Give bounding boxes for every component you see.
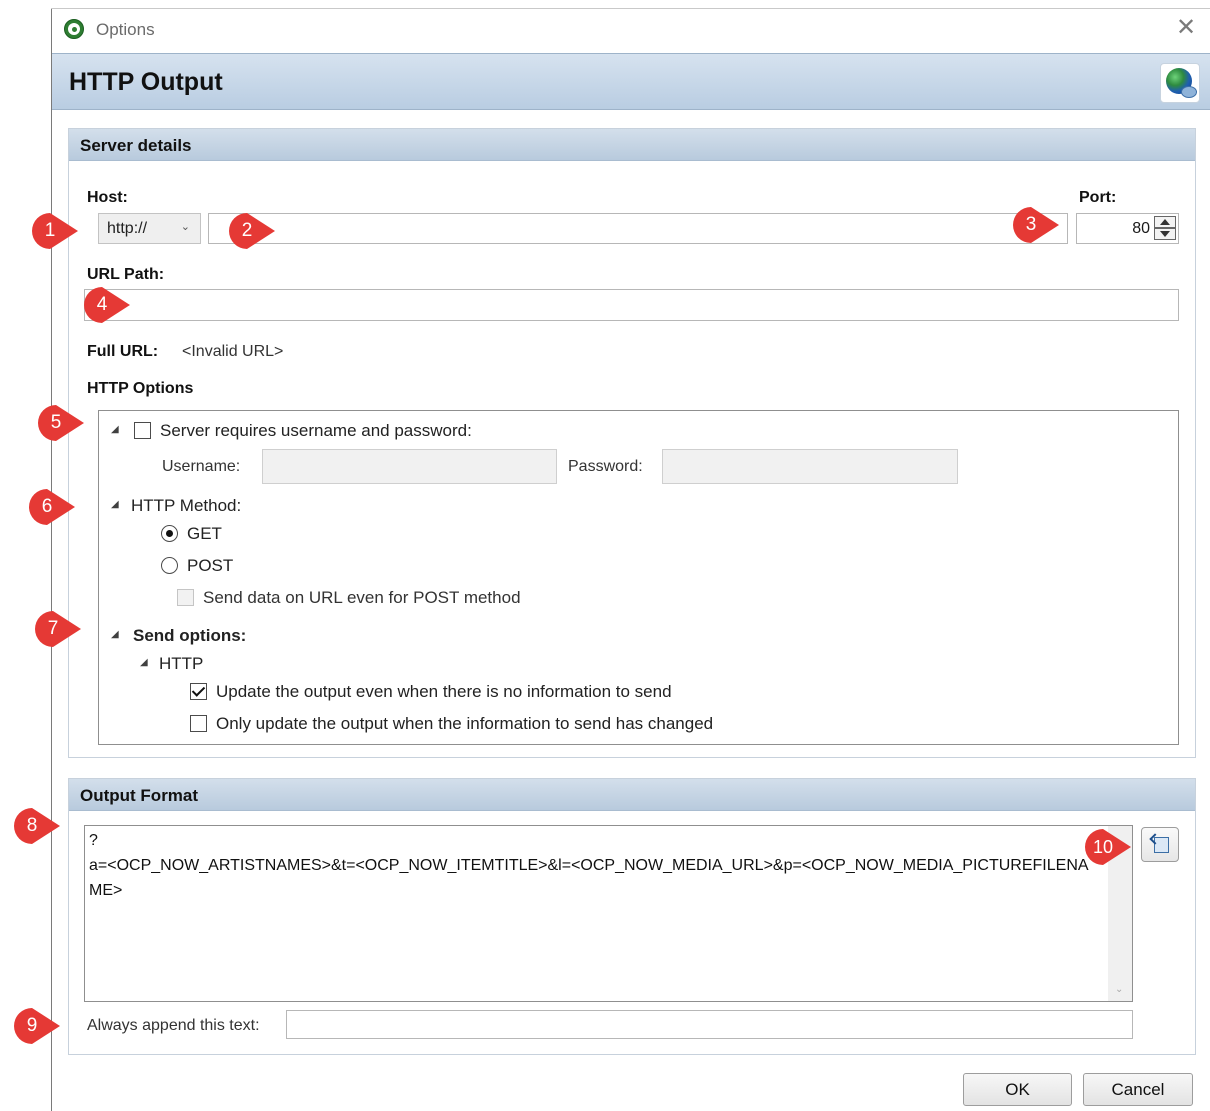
collapse-triangle-icon[interactable]: ◢ xyxy=(140,657,148,668)
title-bar xyxy=(52,9,1210,52)
output-format-text: ? a=<OCP_NOW_ARTISTNAMES>&t=<OCP_NOW_ITE… xyxy=(89,828,1099,903)
username-input[interactable] xyxy=(262,449,557,484)
port-value: 80 xyxy=(1132,220,1150,237)
full-url-label: Full URL: xyxy=(87,343,159,360)
server-details-heading: Server details xyxy=(80,136,192,155)
send-options-label: Send options: xyxy=(133,626,247,645)
full-url-value: <Invalid URL> xyxy=(182,343,284,360)
append-input[interactable] xyxy=(286,1010,1133,1039)
callout-marker: 7 xyxy=(33,609,81,649)
scheme-select[interactable]: http:// ⌄ xyxy=(98,213,201,244)
append-label: Always append this text: xyxy=(87,1017,260,1034)
collapse-triangle-icon[interactable]: ◢ xyxy=(111,424,119,435)
http-options-label: HTTP Options xyxy=(87,380,194,397)
port-spin-buttons[interactable] xyxy=(1154,216,1176,241)
chevron-down-icon: ⌄ xyxy=(180,221,190,233)
callout-marker: 10 xyxy=(1083,827,1131,867)
globe-icon xyxy=(1160,63,1200,103)
update-always-checkbox[interactable] xyxy=(190,683,207,700)
send-on-url-label: Send data on URL even for POST method xyxy=(203,588,521,607)
callout-marker: 4 xyxy=(82,285,130,325)
window-left-border xyxy=(51,8,52,1111)
callout-marker: 3 xyxy=(1011,205,1059,245)
auth-checkbox[interactable] xyxy=(134,422,151,439)
output-format-heading: Output Format xyxy=(80,786,199,805)
callout-marker: 2 xyxy=(227,211,275,251)
update-always-label: Update the output even when there is no … xyxy=(216,682,672,701)
host-input[interactable] xyxy=(208,213,1068,244)
auth-label: Server requires username and password: xyxy=(160,421,472,440)
window-title: Options xyxy=(96,20,155,39)
post-label: POST xyxy=(187,556,234,575)
callout-marker: 8 xyxy=(12,806,60,846)
cancel-button[interactable]: Cancel xyxy=(1083,1073,1193,1106)
http-method-label: HTTP Method: xyxy=(131,496,242,515)
callout-marker: 6 xyxy=(27,487,75,527)
collapse-triangle-icon[interactable]: ◢ xyxy=(111,499,119,510)
close-icon[interactable]: ✕ xyxy=(1176,16,1196,40)
page-title: HTTP Output xyxy=(69,68,223,96)
port-stepper[interactable]: 80 xyxy=(1076,213,1179,244)
get-label: GET xyxy=(187,524,222,543)
output-format-line: ? xyxy=(89,832,98,849)
password-label: Password: xyxy=(568,458,643,475)
host-label: Host: xyxy=(87,189,128,206)
insert-tag-icon xyxy=(1154,837,1169,853)
chevron-down-icon[interactable]: ⌄ xyxy=(1115,984,1123,995)
url-path-input[interactable] xyxy=(84,289,1179,321)
post-radio[interactable] xyxy=(161,557,178,574)
app-icon xyxy=(64,19,84,39)
output-format-header: Output Format xyxy=(69,779,1195,811)
page-header xyxy=(52,53,1210,110)
output-format-textarea[interactable]: ? a=<OCP_NOW_ARTISTNAMES>&t=<OCP_NOW_ITE… xyxy=(84,825,1133,1002)
server-details-header: Server details xyxy=(69,129,1195,161)
ok-button[interactable]: OK xyxy=(963,1073,1072,1106)
username-label: Username: xyxy=(162,458,241,475)
send-on-url-checkbox[interactable] xyxy=(177,589,194,606)
callout-marker: 9 xyxy=(12,1006,60,1046)
spin-down-icon[interactable] xyxy=(1154,228,1176,240)
update-changed-checkbox[interactable] xyxy=(190,715,207,732)
collapse-triangle-icon[interactable]: ◢ xyxy=(111,629,119,640)
get-radio[interactable] xyxy=(161,525,178,542)
callout-marker: 5 xyxy=(36,403,84,443)
spin-up-icon[interactable] xyxy=(1154,216,1176,228)
port-label: Port: xyxy=(1079,189,1117,206)
url-path-label: URL Path: xyxy=(87,266,165,283)
password-input[interactable] xyxy=(662,449,958,484)
callout-marker: 1 xyxy=(30,211,78,251)
insert-tag-button[interactable] xyxy=(1141,827,1179,862)
output-format-line: a=<OCP_NOW_ARTISTNAMES>&t=<OCP_NOW_ITEMT… xyxy=(89,857,1089,899)
update-changed-label: Only update the output when the informat… xyxy=(216,714,714,733)
http-node-label: HTTP xyxy=(159,654,204,673)
scheme-value: http:// xyxy=(107,220,148,237)
